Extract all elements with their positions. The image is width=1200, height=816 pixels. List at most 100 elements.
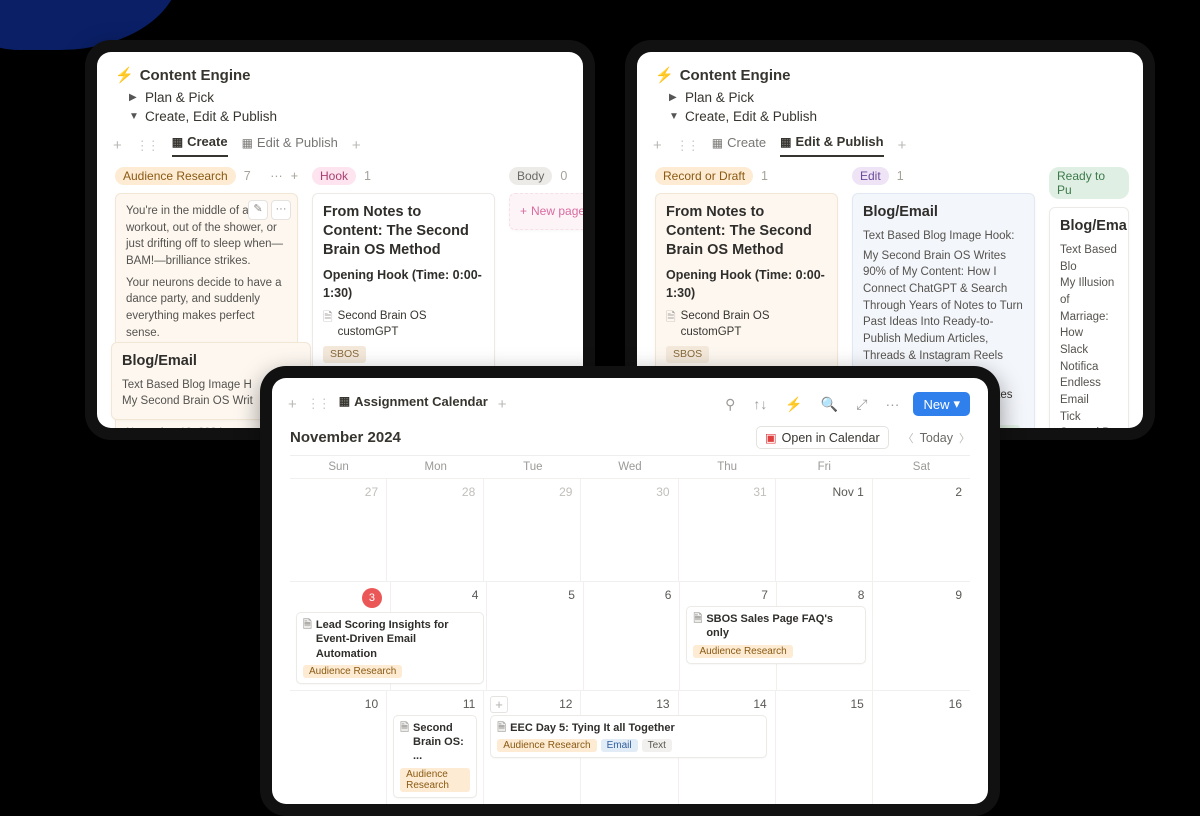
board-icon: ▦	[780, 135, 791, 149]
toggle-create-edit-publish[interactable]: ▼ Create, Edit & Publish	[669, 109, 1125, 124]
dow-label: Thu	[679, 456, 776, 478]
caret-right-icon: ▶	[129, 92, 139, 103]
column-badge: Ready to Pu	[1049, 167, 1129, 199]
expand-icon[interactable]: ⤢	[852, 394, 871, 415]
calendar-day[interactable]: 27	[290, 479, 387, 581]
view-assignment-calendar[interactable]: ▦ Assignment Calendar	[339, 394, 488, 415]
event-tag: Audience Research	[400, 768, 470, 792]
drag-handle-icon[interactable]: ⋮⋮	[307, 396, 329, 412]
column-badge: Record or Draft	[655, 167, 753, 185]
caret-down-icon: ▼	[669, 111, 679, 122]
column-more-button[interactable]: ···	[270, 169, 283, 183]
next-month-button[interactable]: 〉	[959, 430, 970, 446]
calendar-day[interactable]: 7🗎SBOS Sales Page FAQ's onlyAudience Res…	[680, 582, 777, 690]
page-icon: 🗎	[303, 618, 312, 661]
card-blog-email-partial[interactable]: Blog/Ema Text Based Blo My Illusion of M…	[1049, 207, 1129, 428]
calendar-event[interactable]: 🗎Second Brain OS: ...Audience Research	[393, 715, 477, 798]
calendar-day[interactable]: 30	[581, 479, 678, 581]
board-icon: ▦	[172, 135, 183, 149]
board-icon: ▦	[712, 136, 723, 150]
calendar-day[interactable]: 2	[873, 479, 970, 581]
calendar-day[interactable]: 9	[873, 582, 970, 690]
toggle-plan-pick[interactable]: ▶ Plan & Pick	[129, 90, 565, 105]
open-in-calendar-button[interactable]: ▣ Open in Calendar	[756, 426, 889, 449]
add-block-button[interactable]: +	[653, 137, 662, 154]
event-tag: Text	[642, 739, 672, 752]
tab-create[interactable]: ▦ Create	[172, 134, 228, 157]
calendar-day[interactable]: 15	[776, 691, 873, 804]
calendar-day[interactable]: 29	[484, 479, 581, 581]
calendar-day[interactable]: 3🗎Lead Scoring Insights for Event-Driven…	[290, 582, 391, 690]
prev-month-button[interactable]: 〈	[903, 430, 914, 446]
calendar-app-icon: ▣	[765, 430, 777, 445]
drag-handle-icon[interactable]: ⋮⋮	[676, 138, 698, 154]
calendar-day[interactable]: 16	[873, 691, 970, 804]
chevron-down-icon: ▾	[953, 396, 960, 412]
card-text: Text Based Blo	[1060, 242, 1118, 275]
event-tag: Audience Research	[303, 665, 402, 678]
sort-icon[interactable]: ↑↓	[749, 394, 771, 414]
add-block-button[interactable]: +	[113, 137, 122, 154]
toggle-plan-pick[interactable]: ▶ Plan & Pick	[669, 90, 1125, 105]
new-button[interactable]: New ▾	[913, 392, 970, 416]
new-page-card[interactable]: +New page	[509, 193, 583, 230]
column-add-button[interactable]: +	[291, 169, 298, 183]
related-page-link[interactable]: 🗎 Second Brain OS customGPT	[323, 308, 484, 341]
card-subtitle: Opening Hook (Time: 0:00-1:30)	[666, 266, 827, 302]
more-icon[interactable]: ···	[881, 394, 903, 414]
event-tag: Email	[601, 739, 638, 752]
calendar-day[interactable]: 6	[584, 582, 681, 690]
page-icon: 🗎	[400, 721, 409, 764]
add-view-button[interactable]: +	[352, 137, 361, 154]
calendar-day[interactable]: 31	[679, 479, 776, 581]
calendar-day[interactable]: 11🗎Second Brain OS: ...Audience Research	[387, 691, 484, 804]
event-tag: Audience Research	[693, 645, 792, 658]
edit-icon[interactable]: ✎	[248, 200, 268, 220]
add-view-button[interactable]: +	[898, 137, 907, 154]
calendar-day[interactable]: +12🗎EEC Day 5: Tying It all TogetherAudi…	[484, 691, 581, 804]
calendar-day[interactable]: Nov 1	[776, 479, 873, 581]
add-event-button[interactable]: +	[490, 696, 508, 713]
card-title: From Notes to Content: The Second Brain …	[666, 203, 827, 260]
column-badge: Body	[509, 167, 552, 185]
card-text: My Illusion of Marriage: How Slack Notif…	[1060, 275, 1118, 428]
caret-down-icon: ▼	[129, 111, 139, 122]
month-label: November 2024	[290, 429, 401, 446]
card-text: Text Based Blog Image Hook:	[863, 228, 1024, 245]
page-icon: 🗎	[323, 309, 333, 326]
column-count: 0	[560, 169, 567, 183]
calendar-day[interactable]: 10	[290, 691, 387, 804]
card-title: Blog/Email	[863, 203, 1024, 222]
view-tabs: + ⋮⋮ ▦ Create ▦ Edit & Publish +	[113, 134, 565, 157]
calendar-event[interactable]: 🗎Lead Scoring Insights for Event-Driven …	[296, 612, 484, 684]
calendar-day[interactable]: 5	[487, 582, 584, 690]
column-badge: Hook	[312, 167, 356, 185]
column-count: 1	[897, 169, 904, 183]
tag-sbos: SBOS	[323, 346, 366, 363]
tab-edit-publish[interactable]: ▦ Edit & Publish	[242, 135, 338, 156]
card-title: Blog/Ema	[1060, 217, 1118, 236]
page-title-text: Content Engine	[680, 67, 791, 84]
page-title: ⚡ Content Engine	[115, 66, 565, 84]
page-title: ⚡ Content Engine	[655, 66, 1125, 84]
month-nav: November 2024 ▣ Open in Calendar 〈 Today…	[290, 426, 970, 449]
tab-create[interactable]: ▦ Create	[712, 135, 766, 156]
drag-handle-icon[interactable]: ⋮⋮	[136, 138, 158, 154]
card-subtitle: Opening Hook (Time: 0:00-1:30)	[323, 266, 484, 302]
calendar-day[interactable]: 28	[387, 479, 484, 581]
today-button[interactable]: Today	[920, 431, 953, 445]
calendar-event[interactable]: 🗎EEC Day 5: Tying It all TogetherAudienc…	[490, 715, 766, 758]
column-ready-to-publish: Ready to Pu Blog/Ema Text Based Blo My I…	[1049, 167, 1129, 428]
search-icon[interactable]: 🔍	[817, 394, 842, 415]
filter-icon[interactable]: ⚲	[721, 394, 739, 415]
add-view-button[interactable]: +	[498, 396, 507, 413]
automation-icon[interactable]: ⚡	[781, 394, 806, 415]
more-icon[interactable]: ···	[271, 200, 291, 220]
calendar-event[interactable]: 🗎SBOS Sales Page FAQ's onlyAudience Rese…	[686, 606, 865, 664]
dow-label: Sat	[873, 456, 970, 478]
view-tabs: + ⋮⋮ ▦ Create ▦ Edit & Publish +	[653, 134, 1125, 157]
tab-edit-publish[interactable]: ▦ Edit & Publish	[780, 134, 883, 157]
add-block-button[interactable]: +	[288, 396, 297, 413]
toggle-create-edit-publish[interactable]: ▼ Create, Edit & Publish	[129, 109, 565, 124]
related-page-link[interactable]: 🗎 Second Brain OS customGPT	[666, 308, 827, 341]
